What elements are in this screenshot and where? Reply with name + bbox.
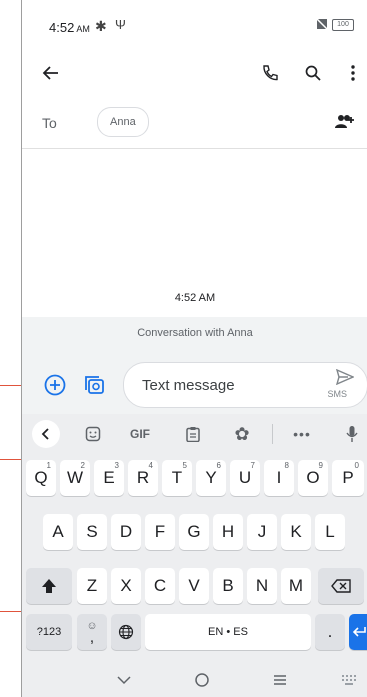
shift-icon	[42, 579, 56, 593]
key-u[interactable]: U7	[230, 460, 260, 496]
back-arrow-icon[interactable]	[36, 58, 66, 88]
phone-screen: 4:52 AM ✱ Ψ 100 To Anna 4:52 AM Conversa…	[21, 0, 367, 697]
phone-icon[interactable]	[255, 58, 285, 88]
app-bar	[22, 50, 367, 96]
shift-key[interactable]	[26, 568, 72, 604]
to-label: To	[42, 115, 57, 131]
key-v[interactable]: V	[179, 568, 209, 604]
key-k[interactable]: K	[281, 514, 311, 550]
add-circle-icon[interactable]	[40, 370, 70, 400]
space-key[interactable]: EN • ES	[145, 614, 311, 650]
key-r[interactable]: R4	[128, 460, 158, 496]
key-j[interactable]: J	[247, 514, 277, 550]
recipient-chip[interactable]: Anna	[97, 107, 149, 137]
backspace-icon	[331, 579, 351, 593]
key-q[interactable]: Q1	[26, 460, 56, 496]
mic-icon[interactable]	[337, 419, 367, 449]
search-icon[interactable]	[298, 58, 328, 88]
emoji-comma-key[interactable]: ☺,	[77, 614, 107, 650]
key-x[interactable]: X	[111, 568, 141, 604]
key-t[interactable]: T5	[162, 460, 192, 496]
recipient-row: To Anna	[22, 96, 367, 149]
key-n[interactable]: N	[247, 568, 277, 604]
system-nav-bar	[22, 662, 367, 697]
keyboard: GIF ✿ ••• Q1 W2 E3 R4 T5 Y6 U7 I8 O9 P0 …	[22, 414, 367, 697]
key-s[interactable]: S	[77, 514, 107, 550]
more-vert-icon[interactable]	[338, 58, 367, 88]
key-b[interactable]: B	[213, 568, 243, 604]
usb-icon: Ψ	[115, 17, 126, 32]
key-z[interactable]: Z	[77, 568, 107, 604]
nav-home-icon[interactable]	[187, 665, 217, 695]
key-f[interactable]: F	[145, 514, 175, 550]
language-key[interactable]	[111, 614, 141, 650]
back-chevron-icon[interactable]	[32, 420, 60, 448]
key-g[interactable]: G	[179, 514, 209, 550]
toolbar-divider	[272, 424, 273, 444]
status-time: 4:52 AM	[49, 20, 90, 35]
key-a[interactable]: A	[43, 514, 73, 550]
message-timestamp: 4:52 AM	[174, 292, 216, 304]
send-icon[interactable]	[333, 365, 357, 389]
add-people-icon[interactable]	[330, 107, 360, 137]
sms-label: SMS	[327, 389, 347, 399]
nav-recents-icon[interactable]	[265, 665, 295, 695]
no-sim-icon	[315, 17, 329, 31]
key-h[interactable]: H	[213, 514, 243, 550]
key-l[interactable]: L	[315, 514, 345, 550]
key-i[interactable]: I8	[264, 460, 294, 496]
key-c[interactable]: C	[145, 568, 175, 604]
symbols-key[interactable]: ?123	[26, 614, 72, 650]
gif-button[interactable]: GIF	[130, 427, 150, 441]
message-field: SMS	[123, 362, 367, 408]
clipboard-icon[interactable]	[178, 419, 208, 449]
keyboard-toolbar: GIF ✿ •••	[22, 414, 367, 454]
keyboard-switch-icon[interactable]	[334, 665, 364, 695]
status-bar: 4:52 AM ✱ Ψ 100	[22, 0, 367, 50]
key-m[interactable]: M	[281, 568, 311, 604]
key-w[interactable]: W2	[60, 460, 90, 496]
enter-icon	[352, 627, 366, 637]
settings-gear-icon: ✱	[95, 18, 107, 34]
message-input[interactable]	[140, 373, 314, 397]
conversation-banner: Conversation with Anna	[22, 317, 367, 350]
key-y[interactable]: Y6	[196, 460, 226, 496]
battery-icon: 100	[332, 19, 354, 31]
settings-icon[interactable]: ✿	[227, 419, 257, 449]
key-o[interactable]: O9	[298, 460, 328, 496]
compose-bar: SMS	[22, 350, 367, 414]
nav-hide-keyboard-icon[interactable]	[109, 665, 139, 695]
gallery-camera-icon[interactable]	[80, 370, 110, 400]
globe-icon	[118, 624, 134, 640]
key-d[interactable]: D	[111, 514, 141, 550]
enter-key[interactable]	[349, 614, 367, 650]
conversation-banner-text: Conversation with Anna	[137, 327, 253, 339]
key-e[interactable]: E3	[94, 460, 124, 496]
backspace-key[interactable]	[318, 568, 364, 604]
more-icon[interactable]: •••	[287, 419, 317, 449]
key-period[interactable]: .	[315, 614, 345, 650]
key-p[interactable]: P0	[332, 460, 364, 496]
sticker-icon[interactable]	[78, 419, 108, 449]
